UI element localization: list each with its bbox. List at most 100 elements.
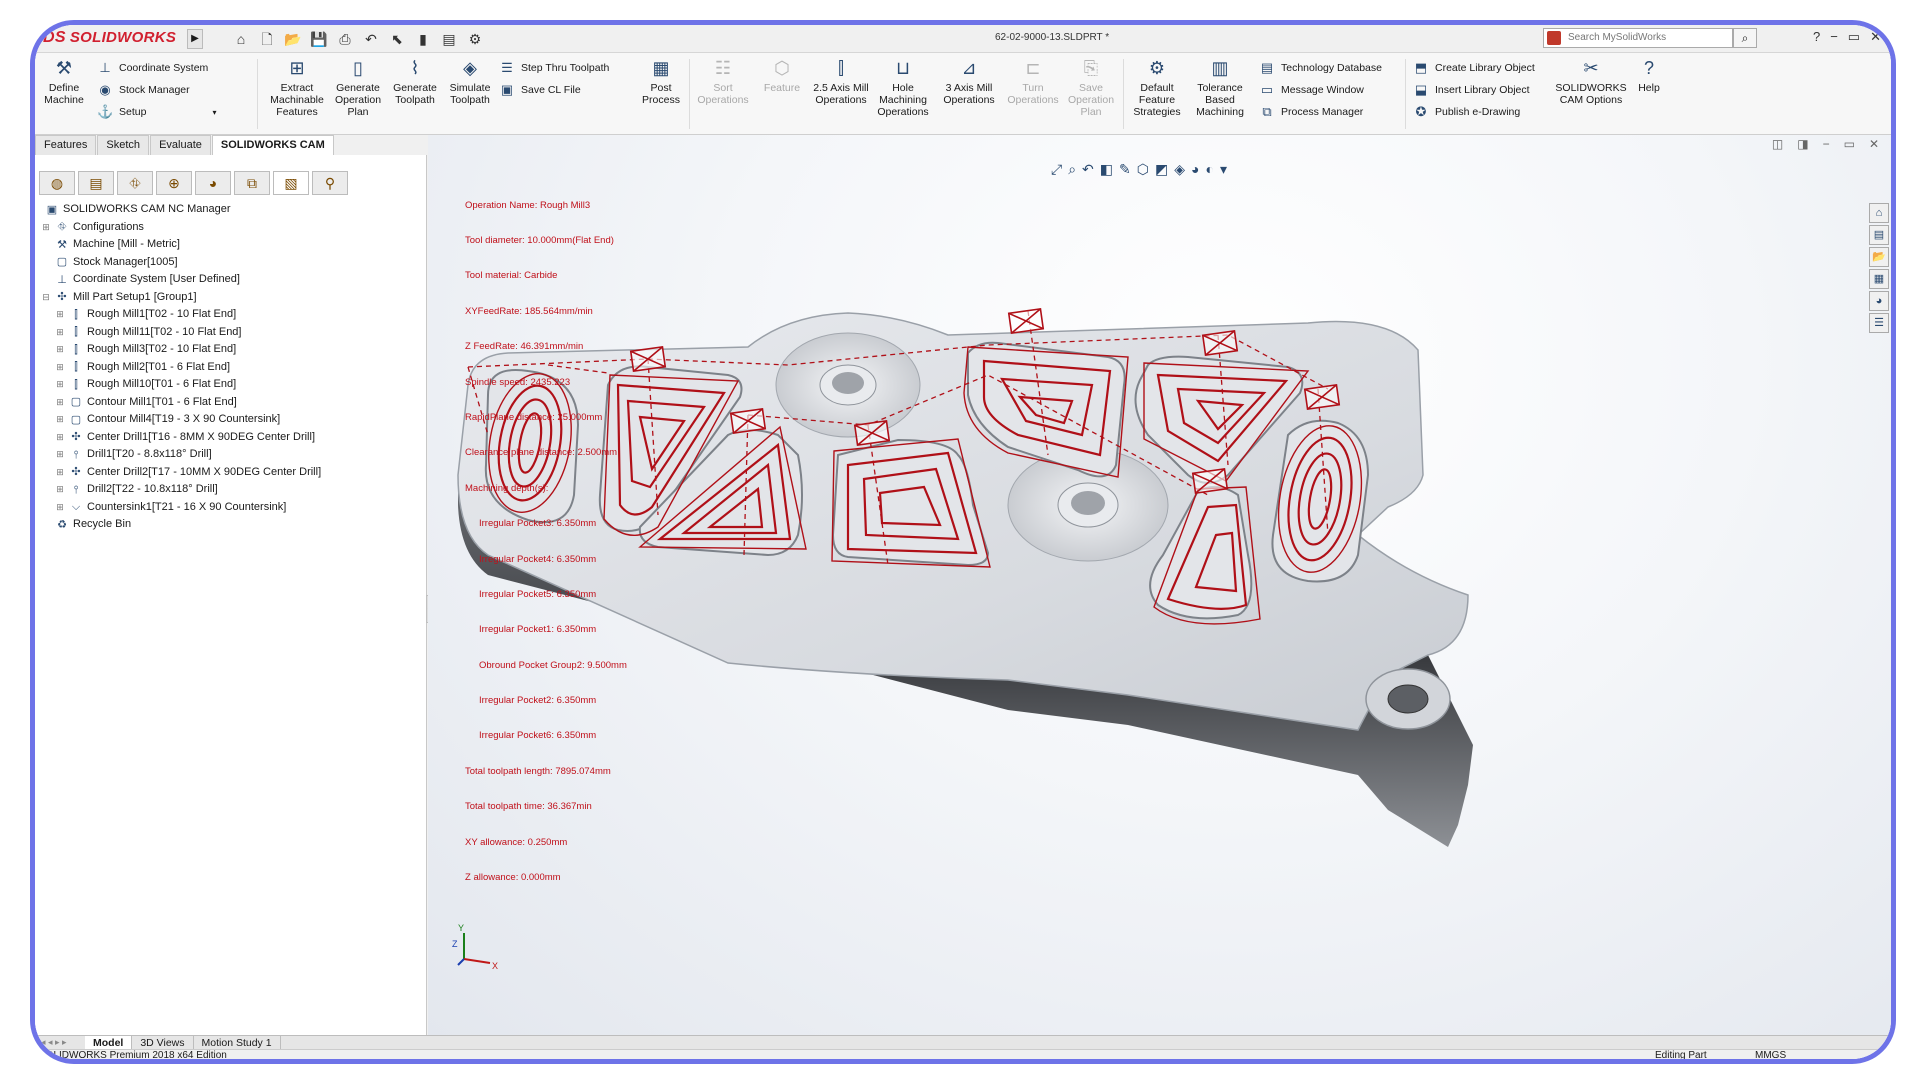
new-document-icon[interactable]: 🗋 (256, 29, 278, 49)
define-machine-button[interactable]: ⚒ Define Machine (39, 57, 89, 106)
generate-toolpath-button[interactable]: ⌇ Generate Toolpath (389, 57, 441, 106)
select-arrow-icon[interactable]: ⬉ (386, 29, 408, 49)
setup-button[interactable]: ⚓ Setup ▾ (97, 103, 216, 121)
tree-item-operation[interactable]: ⊞ ✣ Center Drill1[T16 - 8MM X 90DEG Center… (41, 429, 421, 447)
coordinate-system-button[interactable]: ⊥ Coordinate System (97, 59, 208, 77)
design-library-icon[interactable]: ▤ (1869, 225, 1889, 245)
home-icon[interactable]: ⌂ (230, 29, 252, 49)
help-question-icon[interactable]: ? (1813, 29, 1820, 45)
tree-root[interactable]: ▣ SOLIDWORKS CAM NC Manager (41, 201, 421, 219)
close-icon[interactable]: ✕ (1870, 29, 1881, 45)
tree-item-operation[interactable]: ⊞ ⫿ Rough Mill11[T02 - 10 Flat End] (41, 324, 421, 342)
hide-show-items-icon[interactable]: ◈ (1174, 161, 1185, 178)
help-button[interactable]: ? Help (1631, 57, 1667, 94)
tree-item-operation[interactable]: ⊞ ⫿ Rough Mill10[T01 - 6 Flat End] (41, 376, 421, 394)
view-palette-icon[interactable]: ▦ (1869, 269, 1889, 289)
technology-database-button[interactable]: ▤ Technology Database (1259, 59, 1382, 77)
cam-operation-tree-tab-icon[interactable]: ▧ (273, 171, 309, 195)
viewport-split-icon[interactable]: ◫ (1772, 137, 1783, 151)
traffic-light-icon[interactable]: ▮ (412, 29, 434, 49)
tab-scroll-arrows[interactable]: ◂ ◂ ▸ ▸ (35, 1037, 85, 1048)
tree-item-operation[interactable]: ⊞ ⌵ Countersink1[T21 - 16 X 90 Countersink… (41, 499, 421, 517)
tab-features[interactable]: Features (35, 135, 97, 155)
turn-operations-button[interactable]: ⊏ Turn Operations (1005, 57, 1061, 106)
zoom-to-fit-icon[interactable]: ⤢ (1051, 161, 1062, 178)
tolerance-based-machining-button[interactable]: ▥ Tolerance Based Machining (1191, 57, 1249, 118)
apply-scene-icon[interactable]: ◐ (1205, 161, 1213, 178)
save-operation-plan-button[interactable]: ⎘ Save Operation Plan (1065, 57, 1117, 118)
view-orientation-icon[interactable]: ⬡ (1137, 161, 1149, 178)
publish-edrawing-button[interactable]: ✪ Publish e-Drawing (1413, 103, 1521, 121)
search-button[interactable]: ⌕ (1733, 28, 1757, 48)
message-window-button[interactable]: ▭ Message Window (1259, 81, 1364, 99)
print-icon[interactable]: ⎙ (334, 29, 356, 49)
generate-operation-plan-button[interactable]: ▯ Generate Operation Plan (329, 57, 387, 118)
tree-item-stock-manager[interactable]: ▢ Stock Manager[1005] (41, 254, 421, 272)
tree-item-operation[interactable]: ⊞ ⫿ Rough Mill1[T02 - 10 Flat End] (41, 306, 421, 324)
tab-3d-views[interactable]: 3D Views (132, 1035, 194, 1050)
2-5-axis-mill-operations-button[interactable]: ⫿ 2.5 Axis Mill Operations (813, 57, 869, 106)
file-properties-icon[interactable]: ▤ (438, 29, 460, 49)
viewport-minimize-icon[interactable]: − (1823, 137, 1830, 151)
stock-manager-button[interactable]: ◉ Stock Manager (97, 81, 189, 99)
solidworks-logo[interactable]: DS SOLIDWORKS (43, 29, 183, 49)
tab-model[interactable]: Model (85, 1035, 133, 1050)
tree-item-machine[interactable]: ⚒ Machine [Mill - Metric] (41, 236, 421, 254)
tree-item-mill-part-setup[interactable]: ⊟ ✣ Mill Part Setup1 [Group1] (41, 289, 421, 307)
tree-item-operation[interactable]: ⊞ ⫿ Rough Mill3[T02 - 10 Flat End] (41, 341, 421, 359)
tree-item-operation[interactable]: ⊞ ▢ Contour Mill1[T01 - 6 Flat End] (41, 394, 421, 412)
create-library-object-button[interactable]: ⬒ Create Library Object (1413, 59, 1535, 77)
minimize-icon[interactable]: − (1830, 29, 1838, 45)
tab-solidworks-cam[interactable]: SOLIDWORKS CAM (211, 135, 334, 155)
dimxpert-tab-icon[interactable]: ⊕ (156, 171, 192, 195)
default-feature-strategies-button[interactable]: ⚙ Default Feature Strategies (1129, 57, 1185, 118)
configuration-tab-icon[interactable]: ⛗ (117, 171, 153, 195)
cam-feature-tree-tab-icon[interactable]: ⧉ (234, 171, 270, 195)
unit-system-selector[interactable]: MMGS (1755, 1050, 1786, 1059)
previous-view-icon[interactable]: ↶ (1082, 161, 1094, 178)
tree-item-operation[interactable]: ⊞ ⫯ Drill1[T20 - 8.8x118° Drill] (41, 446, 421, 464)
file-explorer-icon[interactable]: 📂 (1869, 247, 1889, 267)
menu-expand-button[interactable]: ▶ (187, 29, 203, 49)
save-icon[interactable]: 💾 (308, 29, 330, 49)
open-folder-icon[interactable]: 📂 (282, 29, 304, 49)
tree-item-operation[interactable]: ⊞ ✣ Center Drill2[T17 - 10MM X 90DEG Cente… (41, 464, 421, 482)
tree-item-configurations[interactable]: ⊞ ⛗ Configurations (41, 219, 421, 237)
cam-tool-tree-tab-icon[interactable]: ⚲ (312, 171, 348, 195)
tree-item-operation[interactable]: ⊞ ▢ Contour Mill4[T19 - 3 X 90 Countersink… (41, 411, 421, 429)
display-manager-tab-icon[interactable]: ◕ (195, 171, 231, 195)
feature-tree-tab-icon[interactable]: ◍ (39, 171, 75, 195)
extract-features-button[interactable]: ⊞ Extract Machinable Features (267, 57, 327, 118)
dynamic-annotation-icon[interactable]: ✎ (1119, 161, 1131, 178)
restore-icon[interactable]: ▭ (1848, 29, 1860, 45)
viewport-close-icon[interactable]: ✕ (1869, 137, 1879, 151)
zoom-to-area-icon[interactable]: ⌕ (1068, 161, 1076, 178)
appearances-icon[interactable]: ◕ (1869, 291, 1889, 311)
hole-machining-operations-button[interactable]: ⊔ Hole Machining Operations (873, 57, 933, 118)
feature-button[interactable]: ⬡ Feature (757, 57, 807, 94)
view-settings-icon[interactable]: ▾ (1220, 161, 1227, 178)
cam-options-button[interactable]: ✂ SOLIDWORKS CAM Options (1555, 57, 1627, 106)
tab-sketch[interactable]: Sketch (97, 135, 150, 155)
3-axis-mill-operations-button[interactable]: ⊿ 3 Axis Mill Operations (939, 57, 999, 106)
simulate-toolpath-button[interactable]: ◈ Simulate Toolpath (445, 57, 495, 106)
tree-item-operation[interactable]: ⊞ ⫯ Drill2[T22 - 10.8x118° Drill] (41, 481, 421, 499)
viewport-restore-icon[interactable]: ▭ (1844, 137, 1855, 151)
step-thru-toolpath-button[interactable]: ☰ Step Thru Toolpath (499, 59, 609, 77)
viewport-tile-icon[interactable]: ◨ (1797, 137, 1808, 151)
tree-item-coordinate-system[interactable]: ⊥ Coordinate System [User Defined] (41, 271, 421, 289)
tree-item-operation[interactable]: ⊞ ⫿ Rough Mill2[T01 - 6 Flat End] (41, 359, 421, 377)
tab-motion-study[interactable]: Motion Study 1 (194, 1035, 281, 1050)
sort-operations-button[interactable]: ☷ Sort Operations (695, 57, 751, 106)
section-view-icon[interactable]: ◧ (1100, 161, 1113, 178)
graphics-area[interactable]: Y X Z (428, 135, 1891, 1035)
edit-appearance-icon[interactable]: ◕ (1191, 161, 1199, 178)
tree-item-recycle-bin[interactable]: ♻ Recycle Bin (41, 516, 421, 534)
property-manager-tab-icon[interactable]: ▤ (78, 171, 114, 195)
search-input[interactable]: Search MySolidWorks (1543, 28, 1733, 48)
process-manager-button[interactable]: ⧉ Process Manager (1259, 103, 1363, 121)
insert-library-object-button[interactable]: ⬓ Insert Library Object (1413, 81, 1530, 99)
custom-properties-icon[interactable]: ☰ (1869, 313, 1889, 333)
save-cl-file-button[interactable]: ▣ Save CL File (499, 81, 581, 99)
display-style-icon[interactable]: ◩ (1155, 161, 1168, 178)
